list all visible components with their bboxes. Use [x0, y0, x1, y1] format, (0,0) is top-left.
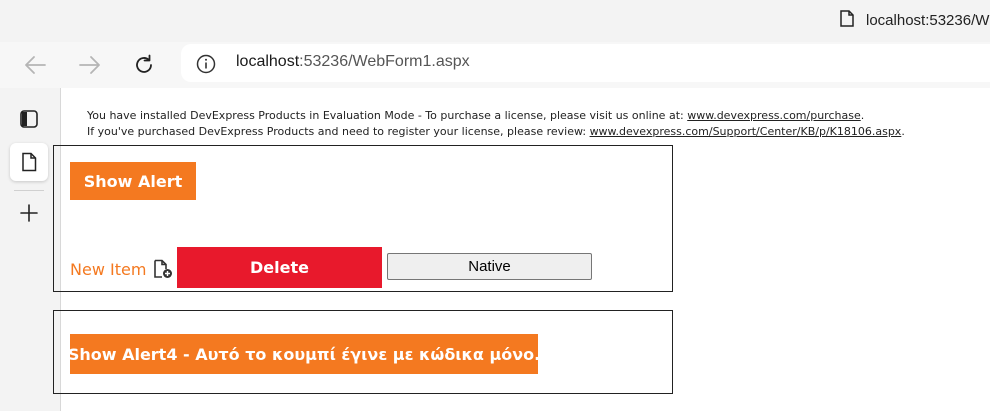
button-panel-2: Show Alert4 - Αυτό το κουμπί έγινε με κώ…: [53, 310, 673, 394]
evaluation-notice: You have installed DevExpress Products i…: [87, 108, 905, 140]
page-content: You have installed DevExpress Products i…: [53, 88, 990, 411]
info-icon: [196, 54, 216, 74]
native-button[interactable]: Native: [387, 253, 592, 280]
purchase-link[interactable]: www.devexpress.com/purchase: [687, 109, 861, 122]
button-panel-1: Show Alert New Item Delete Native: [53, 145, 673, 292]
page-icon: [840, 10, 854, 31]
forward-button[interactable]: [76, 52, 104, 78]
sidebar-divider: [14, 190, 44, 191]
notice-line-1: You have installed DevExpress Products i…: [87, 109, 865, 122]
title-bar: localhost:53236/W: [0, 0, 990, 42]
vertical-tab-sidebar: [0, 88, 61, 411]
plus-icon: [20, 204, 38, 222]
site-info-button[interactable]: [196, 54, 216, 79]
page-icon: [22, 152, 37, 172]
delete-button[interactable]: Delete: [177, 247, 382, 288]
tab-title: localhost:53236/W: [866, 12, 990, 29]
notice-line-2: If you've purchased DevExpress Products …: [87, 125, 905, 138]
reload-icon: [136, 54, 152, 73]
reload-button[interactable]: [130, 52, 158, 78]
show-alert4-button[interactable]: Show Alert4 - Αυτό το κουμπί έγινε με κώ…: [68, 334, 540, 374]
tab-actions-icon: [20, 110, 38, 128]
back-button[interactable]: [21, 52, 49, 78]
new-item-button[interactable]: New Item: [70, 259, 173, 279]
arrow-right-icon: [79, 56, 100, 74]
sidebar-tab-page[interactable]: [10, 143, 48, 181]
tab[interactable]: localhost:53236/W: [840, 10, 989, 31]
add-document-icon: [154, 259, 173, 278]
url-text[interactable]: localhost:53236/WebForm1.aspx: [236, 53, 470, 71]
new-tab-button[interactable]: [10, 194, 48, 232]
arrow-left-icon: [25, 56, 46, 74]
register-license-link[interactable]: www.devexpress.com/Support/Center/KB/p/K…: [590, 125, 902, 138]
new-item-label: New Item: [70, 259, 147, 279]
tab-actions-button[interactable]: [10, 100, 48, 138]
show-alert-button[interactable]: Show Alert: [70, 162, 196, 200]
